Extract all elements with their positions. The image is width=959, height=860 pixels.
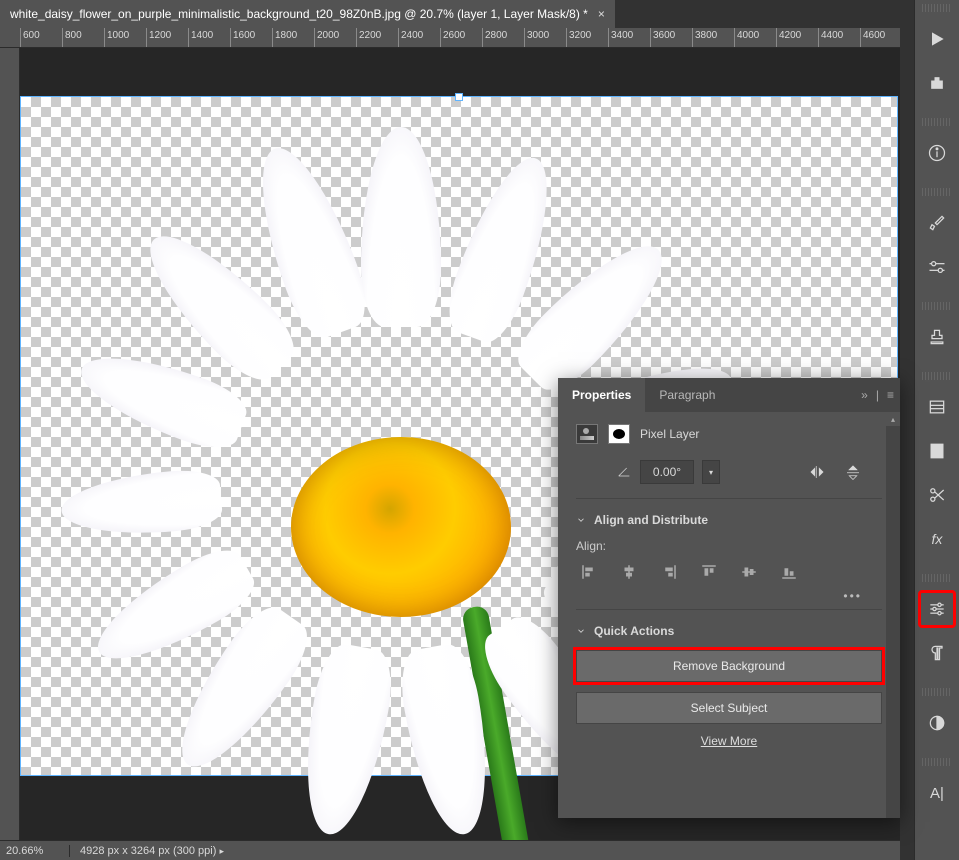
align-bottom-icon[interactable] xyxy=(780,563,798,581)
more-align-icon[interactable]: ••• xyxy=(576,589,882,603)
scroll-up-icon[interactable]: ▴ xyxy=(886,412,900,426)
align-top-icon[interactable] xyxy=(700,563,718,581)
select-subject-button[interactable]: Select Subject xyxy=(576,692,882,724)
angle-icon xyxy=(616,464,632,480)
align-left-icon[interactable] xyxy=(580,563,598,581)
panel-menu-icon[interactable]: ≡ xyxy=(887,388,894,402)
vertical-ruler xyxy=(0,48,20,840)
remove-background-button[interactable]: Remove Background xyxy=(576,650,882,682)
dock-grip[interactable] xyxy=(922,688,952,696)
align-section-title: Align and Distribute xyxy=(594,513,708,527)
zoom-level[interactable]: 20.66% xyxy=(0,845,70,857)
note-icon[interactable] xyxy=(920,434,954,468)
tab-properties[interactable]: Properties xyxy=(558,378,645,412)
quick-actions-title: Quick Actions xyxy=(594,624,674,638)
chevron-down-icon xyxy=(576,515,586,525)
close-tab-icon[interactable]: × xyxy=(598,7,605,21)
properties-panel-icon[interactable] xyxy=(920,592,954,626)
transform-handle-top[interactable] xyxy=(455,93,463,101)
rotation-input[interactable] xyxy=(640,460,694,484)
chevron-down-icon xyxy=(576,626,586,636)
status-bar: 20.66% 4928 px x 3264 px (300 ppi) ▸ xyxy=(0,840,900,860)
dock-grip[interactable] xyxy=(922,118,952,126)
document-title: white_daisy_flower_on_purple_minimalisti… xyxy=(10,7,588,21)
dock-grip[interactable] xyxy=(922,372,952,380)
align-label: Align: xyxy=(576,539,882,553)
scissors-icon[interactable] xyxy=(920,478,954,512)
layer-type-label: Pixel Layer xyxy=(640,427,699,441)
view-more-link[interactable]: View More xyxy=(576,734,882,748)
panel-divider-icon: | xyxy=(876,388,879,402)
align-vcenter-icon[interactable] xyxy=(740,563,758,581)
layer-mask-icon xyxy=(608,424,630,444)
align-hcenter-icon[interactable] xyxy=(620,563,638,581)
brush-icon[interactable] xyxy=(920,206,954,240)
quick-actions-header[interactable]: Quick Actions xyxy=(576,624,882,638)
dock-grip[interactable] xyxy=(922,302,952,310)
dock-grip[interactable] xyxy=(922,4,952,12)
sliders-icon[interactable] xyxy=(920,250,954,284)
info-chevron-icon[interactable]: ▸ xyxy=(219,846,224,856)
horizontal-ruler: 6008001000120014001600180020002200240026… xyxy=(0,28,900,48)
properties-panel: Properties Paragraph » | ≡ ▴ Pixel Layer… xyxy=(558,378,900,818)
flip-vertical-icon[interactable] xyxy=(844,463,862,481)
panel-tabs: Properties Paragraph » | ≡ xyxy=(558,378,900,412)
list-icon[interactable] xyxy=(920,390,954,424)
dock-grip[interactable] xyxy=(922,188,952,196)
flip-horizontal-icon[interactable] xyxy=(808,463,826,481)
align-section-header[interactable]: Align and Distribute xyxy=(576,513,882,527)
stamp-icon[interactable] xyxy=(920,320,954,354)
rotation-dropdown[interactable]: ▾ xyxy=(702,460,720,484)
paragraph-icon[interactable] xyxy=(920,636,954,670)
dock-grip[interactable] xyxy=(922,758,952,766)
info-icon[interactable] xyxy=(920,136,954,170)
align-right-icon[interactable] xyxy=(660,563,678,581)
job-icon[interactable] xyxy=(920,66,954,100)
tab-paragraph[interactable]: Paragraph xyxy=(645,378,729,412)
document-info: 4928 px x 3264 px (300 ppi) xyxy=(80,845,216,857)
play-icon[interactable] xyxy=(920,22,954,56)
pixel-layer-icon xyxy=(576,424,598,444)
panel-scrollbar[interactable]: ▴ xyxy=(886,412,900,818)
document-tab[interactable]: white_daisy_flower_on_purple_minimalisti… xyxy=(0,0,615,28)
character-icon[interactable]: A| xyxy=(920,776,954,810)
document-tab-bar: white_daisy_flower_on_purple_minimalisti… xyxy=(0,0,959,28)
fx-icon[interactable]: fx xyxy=(920,522,954,556)
dock-grip[interactable] xyxy=(922,574,952,582)
collapse-panel-icon[interactable]: » xyxy=(861,388,868,402)
right-dock: fx A| xyxy=(914,0,959,860)
contrast-icon[interactable] xyxy=(920,706,954,740)
